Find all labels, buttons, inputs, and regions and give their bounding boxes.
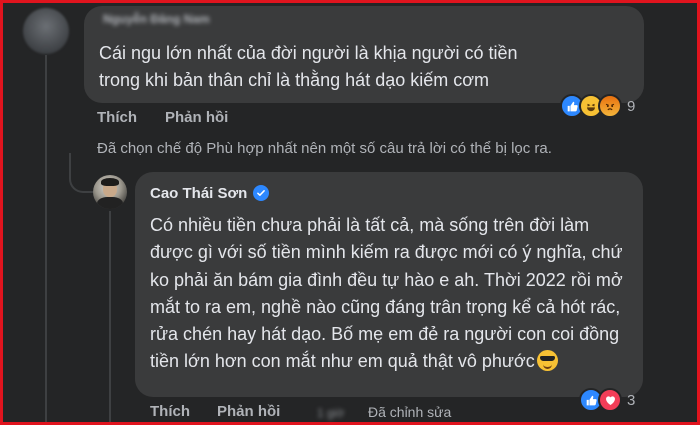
commenter-avatar[interactable] bbox=[23, 8, 69, 54]
reply-connector-curve bbox=[69, 153, 93, 193]
reply-button[interactable]: Phản hồi bbox=[217, 403, 280, 420]
avatar-body-shape bbox=[97, 197, 123, 209]
filter-notice: Đã chọn chế độ Phù hợp nhất nên một số c… bbox=[97, 140, 552, 157]
sunglasses-shape bbox=[539, 356, 555, 362]
replier-name-row: Cao Thái Sơn bbox=[150, 182, 270, 204]
verified-badge-icon bbox=[253, 185, 270, 201]
replier-name[interactable]: Cao Thái Sơn bbox=[150, 185, 247, 202]
like-button[interactable]: Thích bbox=[150, 403, 190, 420]
comment-thread: Nguyễn Đăng Nam Cái ngu lớn nhất của đời… bbox=[0, 0, 700, 425]
reply-text: Có nhiều tiền chưa phải là tất cả, mà số… bbox=[150, 215, 623, 372]
replier-avatar[interactable] bbox=[93, 175, 127, 209]
edited-label: Đã chỉnh sửa bbox=[368, 404, 452, 420]
smile-shape bbox=[542, 363, 552, 370]
reaction-count: 3 bbox=[627, 391, 636, 409]
like-button[interactable]: Thích bbox=[97, 109, 137, 126]
angry-reaction-icon bbox=[598, 94, 622, 118]
thread-connector-line bbox=[45, 55, 47, 422]
commenter-name[interactable]: Nguyễn Đăng Nam bbox=[103, 12, 210, 26]
love-reaction-icon bbox=[598, 388, 622, 412]
reply-connector-line bbox=[109, 211, 111, 422]
smiling-face-with-sunglasses-icon bbox=[536, 350, 558, 372]
reply-button[interactable]: Phản hồi bbox=[165, 109, 228, 126]
reaction-count: 9 bbox=[627, 97, 636, 115]
reaction-summary[interactable]: 9 bbox=[560, 94, 635, 118]
reaction-summary[interactable]: 3 bbox=[579, 388, 635, 412]
comment-timestamp[interactable]: 1 giờ bbox=[317, 406, 344, 420]
avatar-hair-shape bbox=[101, 178, 119, 186]
reply-text-container: Có nhiều tiền chưa phải là tất cả, mà số… bbox=[150, 212, 630, 376]
comment-text: Cái ngu lớn nhất của đời người là khịa n… bbox=[99, 43, 518, 90]
